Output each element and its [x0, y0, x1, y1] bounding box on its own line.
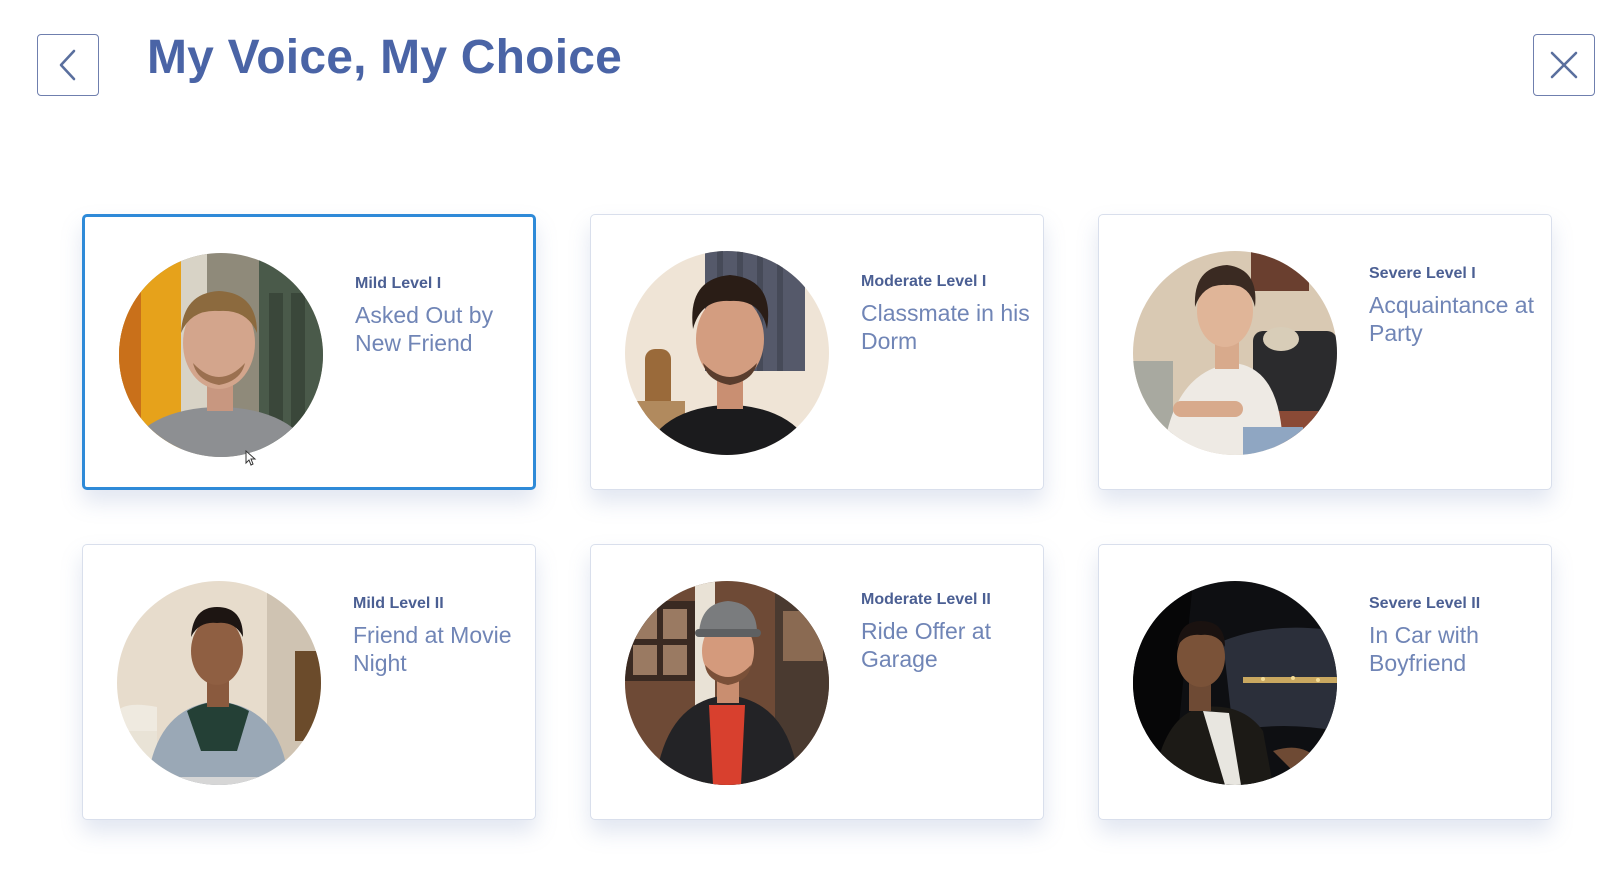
scenario-text: Mild Level I Asked Out by New Friend: [355, 275, 525, 357]
scenario-photo: [1133, 251, 1337, 455]
scenario-photo: [119, 253, 323, 457]
scenario-photo: [1133, 581, 1337, 785]
scenario-level: Severe Level II: [1369, 595, 1481, 612]
scenario-title: Acquaintance at Party: [1369, 292, 1534, 346]
scenario-selection-screen: My Voice, My Choice Mild Level I Asked O…: [0, 0, 1621, 887]
scenario-level: Mild Level II: [353, 595, 444, 612]
scenario-title: Classmate in his Dorm: [861, 300, 1030, 354]
back-button[interactable]: [37, 34, 99, 96]
chevron-left-icon: [59, 49, 76, 81]
scenario-card-moderate-level-1[interactable]: Moderate Level I Classmate in his Dorm: [590, 214, 1044, 490]
scenario-photo: [625, 581, 829, 785]
scenario-level: Moderate Level II: [861, 591, 991, 608]
close-icon: [1550, 51, 1578, 79]
scenario-title: Ride Offer at Garage: [861, 618, 991, 672]
scenario-card-mild-level-2[interactable]: Mild Level II Friend at Movie Night: [82, 544, 536, 820]
scenario-photo: [117, 581, 321, 785]
scenario-text: Mild Level II Friend at Movie Night: [353, 595, 523, 677]
scenario-title: Friend at Movie Night: [353, 622, 512, 676]
scenario-text: Moderate Level I Classmate in his Dorm: [861, 273, 1031, 355]
scenario-photo: [625, 251, 829, 455]
scenario-level: Severe Level I: [1369, 265, 1476, 282]
scenario-card-moderate-level-2[interactable]: Moderate Level II Ride Offer at Garage: [590, 544, 1044, 820]
close-button[interactable]: [1533, 34, 1595, 96]
scenario-level: Moderate Level I: [861, 273, 987, 290]
scenario-level: Mild Level I: [355, 275, 442, 292]
scenario-grid: Mild Level I Asked Out by New Friend Mod…: [82, 214, 1552, 820]
scenario-text: Severe Level I Acquaintance at Party: [1369, 265, 1539, 347]
scenario-title: Asked Out by New Friend: [355, 302, 494, 356]
page-title: My Voice, My Choice: [147, 31, 623, 84]
scenario-text: Moderate Level II Ride Offer at Garage: [861, 591, 1031, 673]
scenario-card-mild-level-1[interactable]: Mild Level I Asked Out by New Friend: [82, 214, 536, 490]
scenario-title: In Car with Boyfriend: [1369, 622, 1479, 676]
scenario-card-severe-level-1[interactable]: Severe Level I Acquaintance at Party: [1098, 214, 1552, 490]
scenario-text: Severe Level II In Car with Boyfriend: [1369, 595, 1539, 677]
scenario-card-severe-level-2[interactable]: Severe Level II In Car with Boyfriend: [1098, 544, 1552, 820]
